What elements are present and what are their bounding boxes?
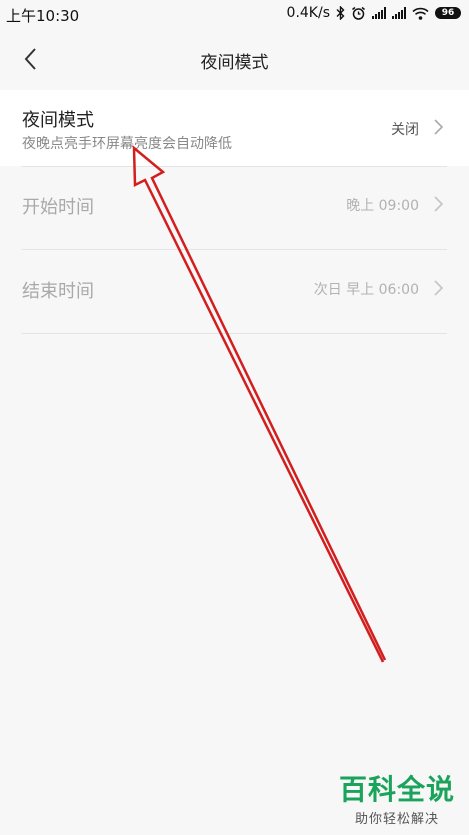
night-mode-row[interactable]: 夜间模式 夜晚点亮手环屏幕亮度会自动降低 关闭 [0, 90, 469, 166]
status-icons: 0.4K/s 96 [287, 5, 461, 21]
nav-bar: 夜间模式 [0, 28, 469, 90]
page-title: 夜间模式 [200, 53, 269, 73]
divider [22, 333, 447, 334]
signal-icon-2 [392, 7, 406, 19]
status-time: 上午10:30 [6, 7, 80, 25]
start-time-title: 开始时间 [22, 197, 94, 218]
watermark-logo: 百科全说 助你轻松解决 [338, 773, 455, 828]
night-mode-value: 关闭 [391, 122, 419, 138]
end-time-value: 次日 早上 06:00 [313, 282, 419, 298]
network-speed: 0.4K/s [286, 5, 330, 21]
chevron-right-icon [434, 280, 444, 296]
bluetooth-icon [336, 6, 345, 20]
start-time-row[interactable]: 开始时间 晚上 09:00 [0, 167, 469, 249]
watermark-subtitle: 助你轻松解决 [354, 812, 439, 827]
chevron-right-icon [434, 119, 444, 135]
night-mode-description: 夜晚点亮手环屏幕亮度会自动降低 [22, 136, 232, 152]
alarm-icon [352, 6, 365, 20]
battery-icon: 96 [435, 7, 461, 19]
chevron-right-icon [434, 196, 444, 212]
end-time-row[interactable]: 结束时间 次日 早上 06:00 [0, 250, 469, 333]
night-mode-title: 夜间模式 [22, 110, 94, 131]
start-time-value: 晚上 09:00 [346, 198, 419, 214]
status-bar: 上午10:30 0.4K/s 96 [0, 0, 469, 28]
end-time-title: 结束时间 [22, 281, 94, 302]
watermark-title: 百科全说 [338, 773, 455, 806]
signal-icon [372, 7, 386, 19]
wifi-icon [412, 7, 429, 20]
